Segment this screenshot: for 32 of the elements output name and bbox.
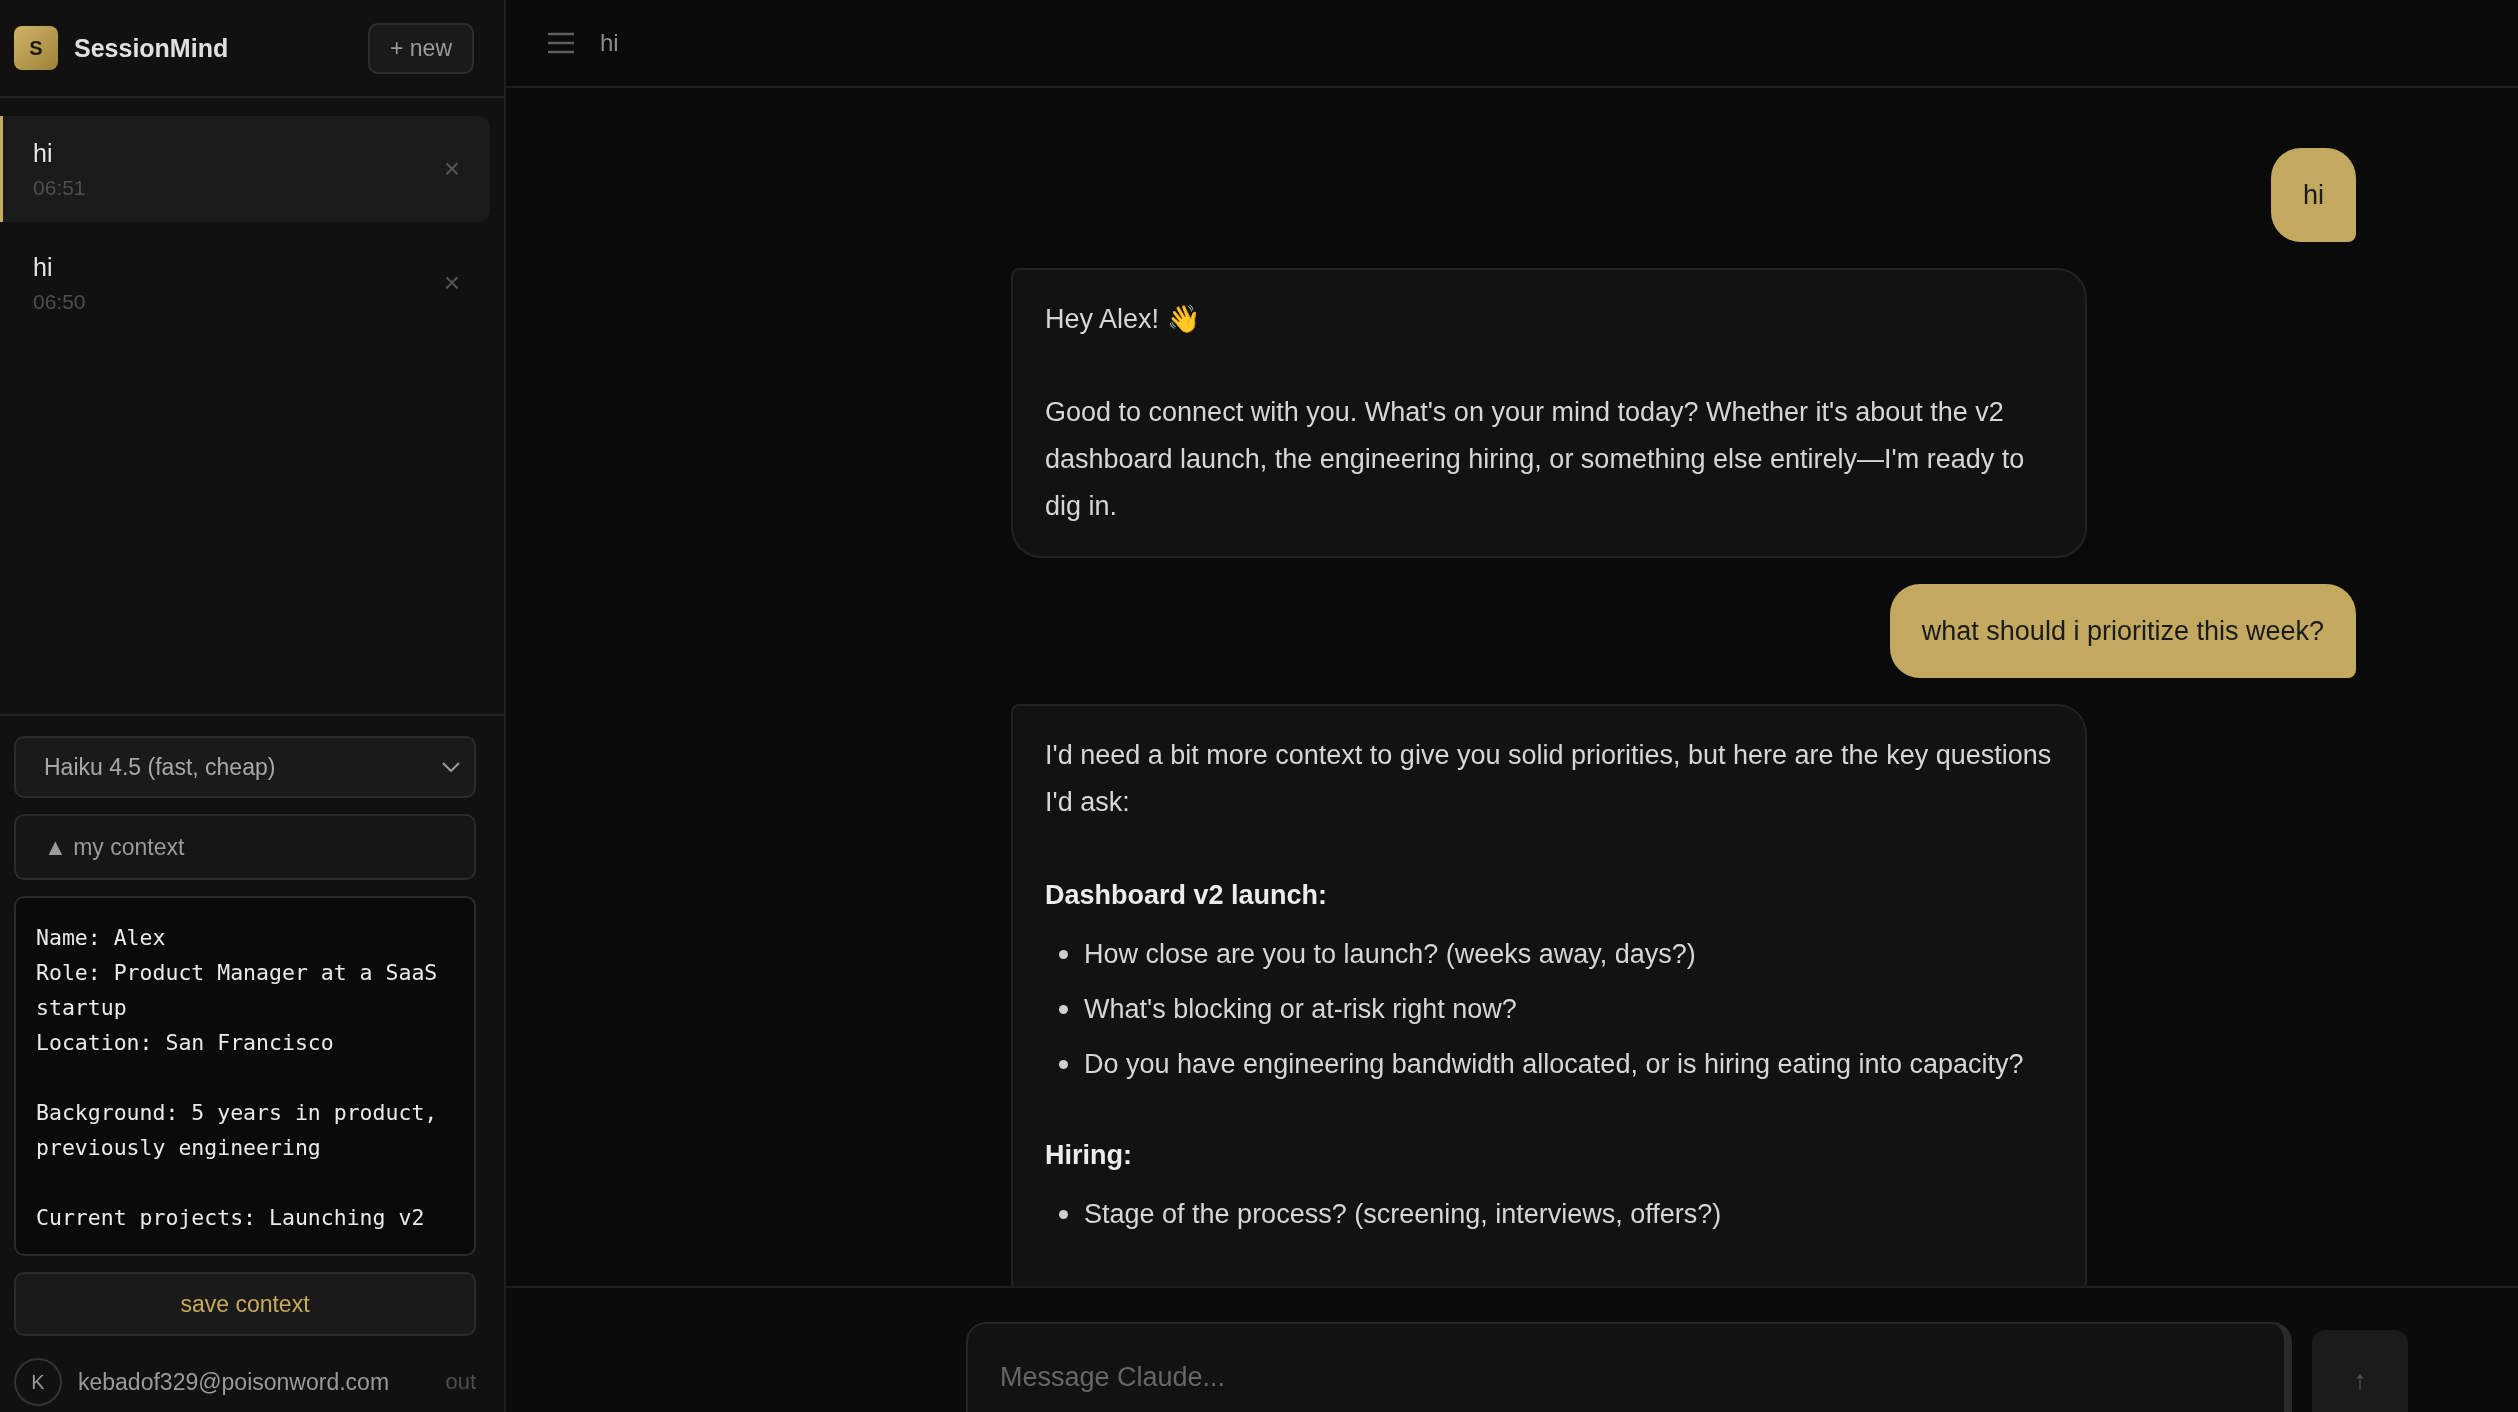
context-toggle[interactable]: ▲ my context <box>14 814 476 880</box>
bullet-text: Stage of the process? (screening, interviews, offers?) <box>1084 1198 1722 1231</box>
session-item[interactable]: hi 06:50 × <box>0 230 490 336</box>
message-heading: Hiring: <box>1045 1139 1133 1172</box>
message-input[interactable]: Message Claude... <box>966 1322 2292 1412</box>
bullet-text: How close are you to launch? (weeks away, days?) <box>1084 938 1696 971</box>
message-heading: Dashboard v2 launch: <box>1045 879 1329 912</box>
session-title: hi <box>33 138 54 168</box>
context-field[interactable]: Name: Alex Role: Product Manager at a SaaS startup Location: San Francisco Background: 5 years in product, previously engineering Current projects: Launching v2 <box>14 896 476 1256</box>
bullet-icon <box>1059 1060 1068 1069</box>
chat-title: hi <box>600 29 619 57</box>
app-name: SessionMind <box>74 33 230 63</box>
session-title: hi <box>33 252 54 282</box>
user-message: hi <box>2271 148 2356 242</box>
account-email: kebadof329@poisonword.com <box>78 1368 391 1396</box>
user-message: what should i prioritize this week? <box>1889 584 2356 678</box>
save-context-button[interactable]: save context <box>14 1272 476 1336</box>
chevron-icon <box>442 762 460 772</box>
message-paragraph: Hey Alex! 👋 <box>1045 303 1202 336</box>
bullet-icon <box>1059 1005 1068 1014</box>
menu-icon[interactable] <box>546 31 576 55</box>
app-logo: S <box>14 26 58 70</box>
bullet-icon <box>1059 1210 1068 1219</box>
message-paragraph: I'd need a bit more context to give you solid priorities, but here are the key questions I'd ask: <box>1045 739 2053 819</box>
bullet-text: What's blocking or at-risk right now? <box>1084 993 1517 1026</box>
model-select[interactable]: Haiku 4.5 (fast, cheap) <box>14 736 476 798</box>
message-paragraph: Good to connect with you. What's on your mind today? Whether it's about the v2 dashboard launch, the engineering hiring, or something else entirely—I'm ready to dig in. <box>1045 396 2026 523</box>
bullet-text: Do you have engineering bandwidth allocated, or is hiring eating into capacity? <box>1084 1048 2024 1081</box>
bullet-icon <box>1059 950 1068 959</box>
session-time: 06:50 <box>33 289 87 314</box>
new-chat-button[interactable]: + new <box>368 22 474 74</box>
avatar: K <box>14 1358 62 1406</box>
